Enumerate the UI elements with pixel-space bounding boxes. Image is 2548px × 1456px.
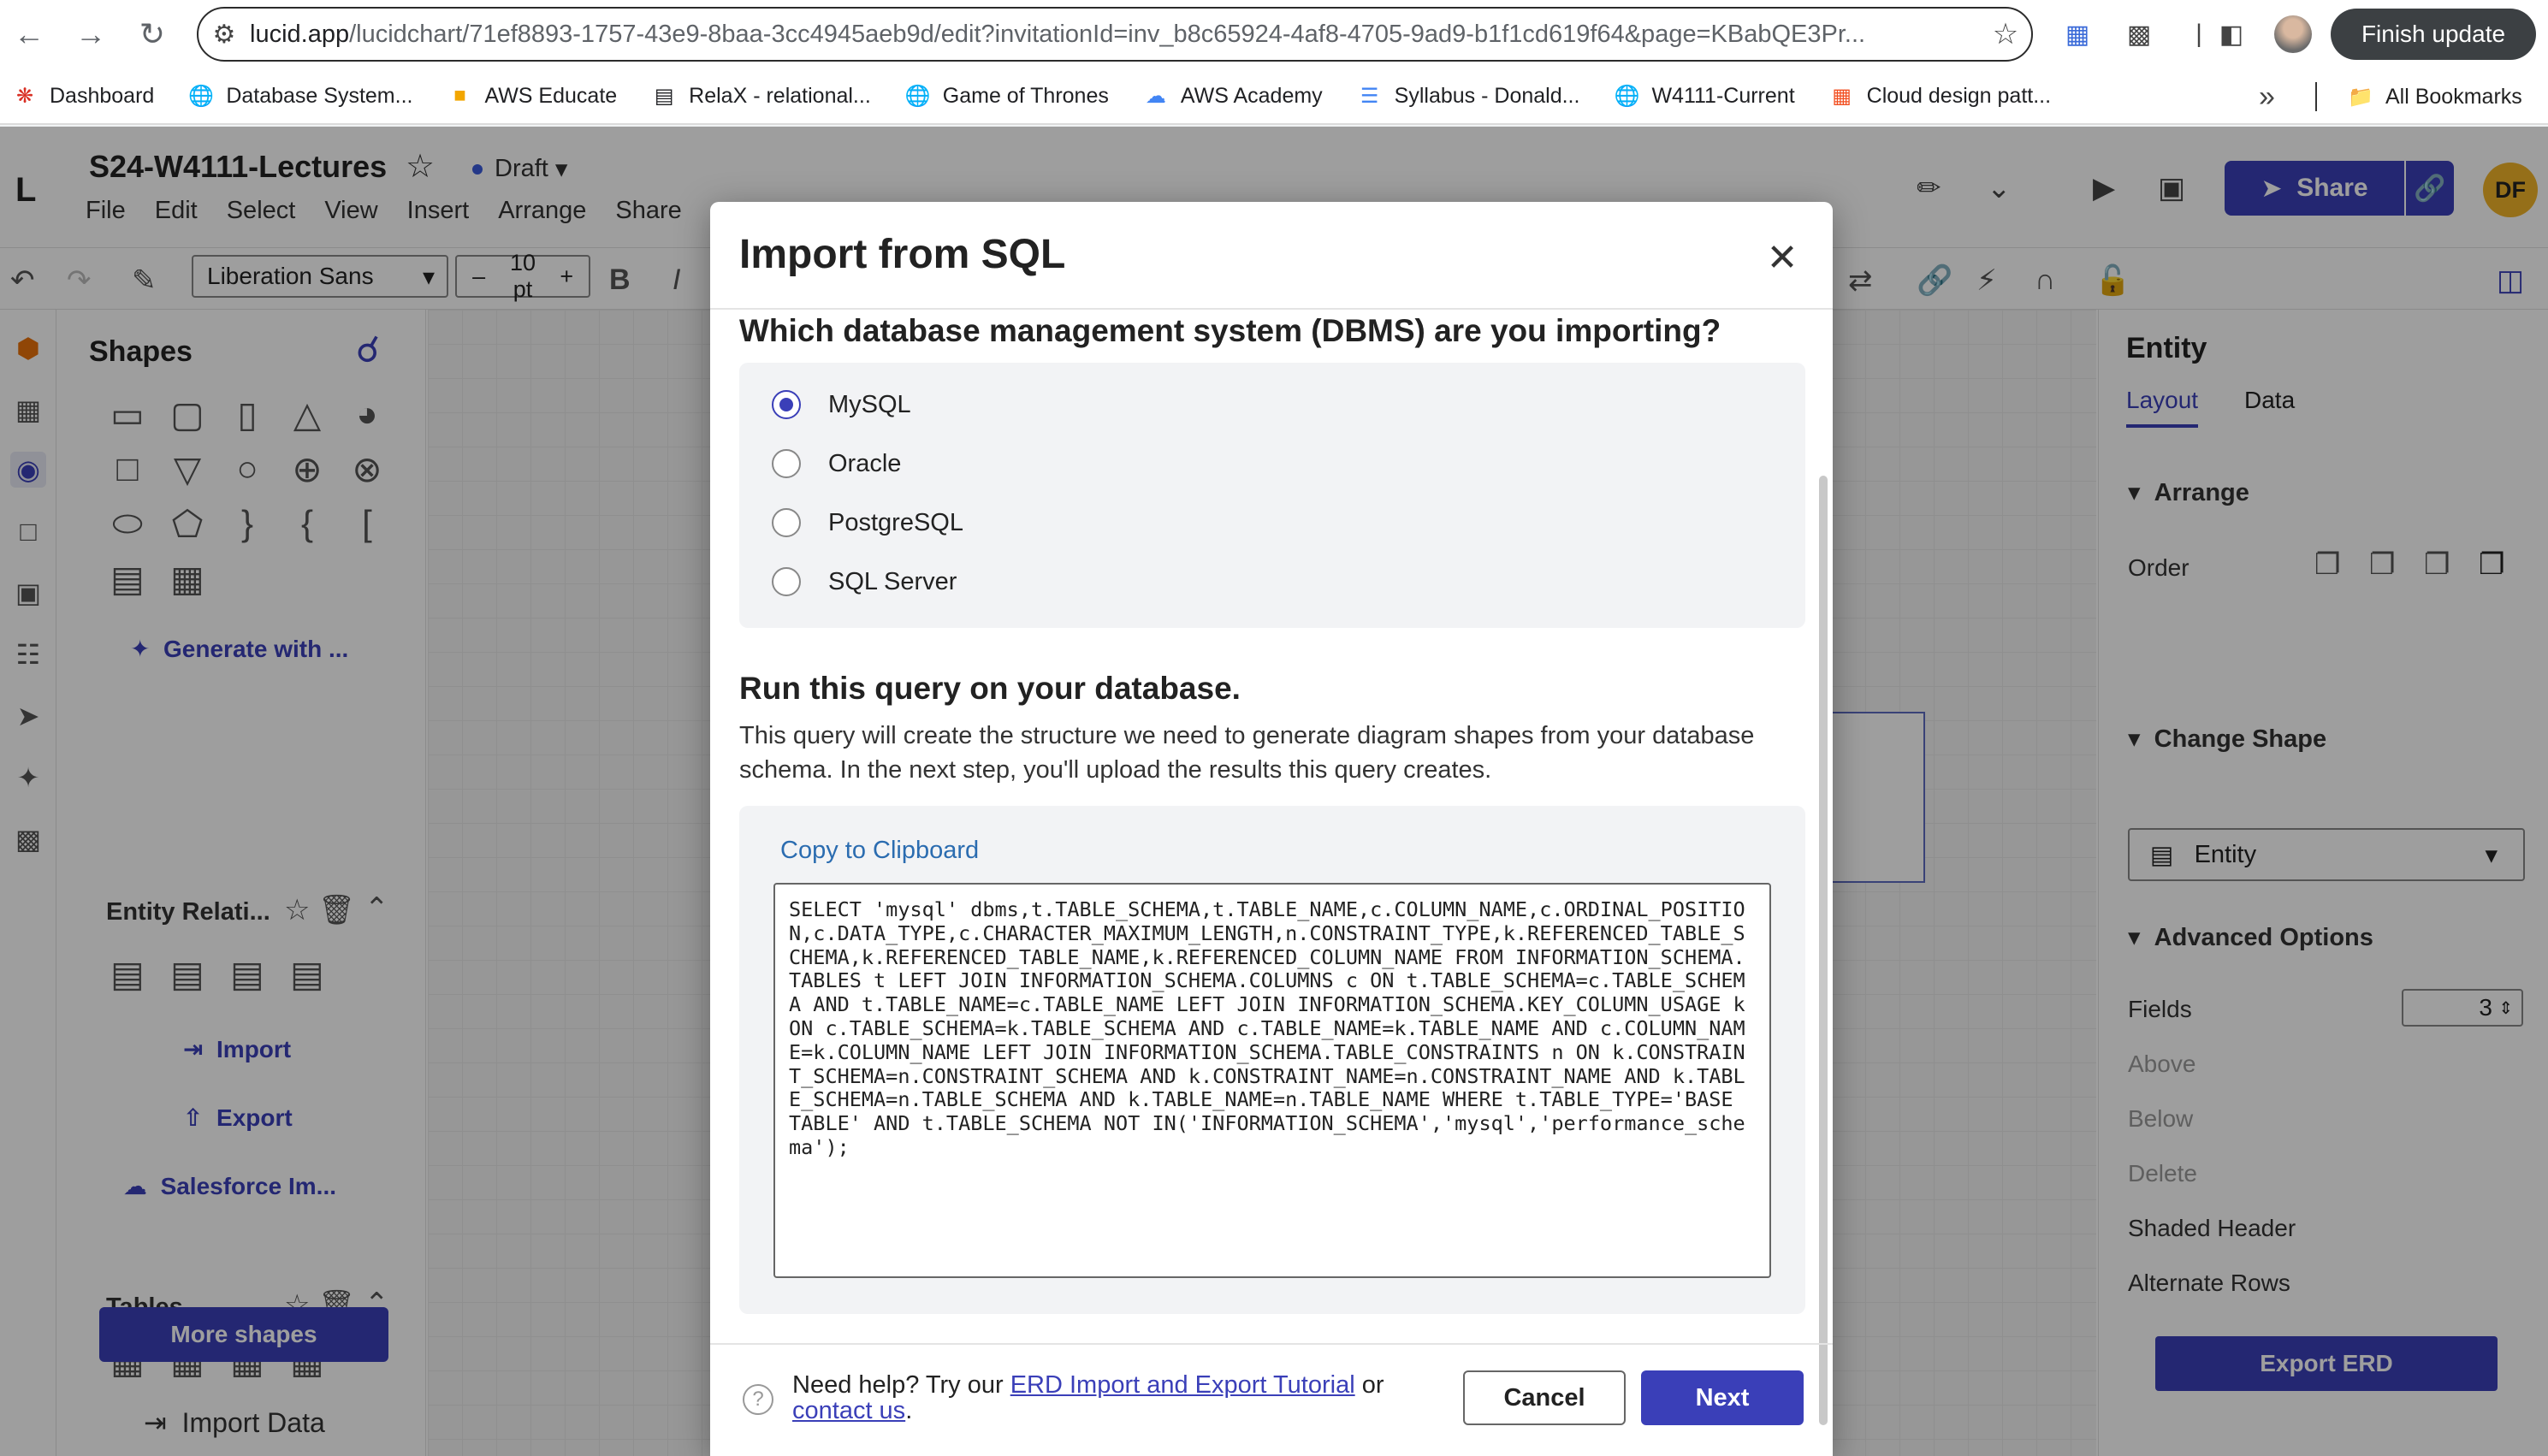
help-question-icon: ? bbox=[743, 1384, 773, 1415]
bookmark-database-system[interactable]: 🌐 Database System... bbox=[188, 83, 412, 109]
url-text[interactable]: lucid.app/lucidchart/71ef8893-1757-43e9-… bbox=[250, 21, 1980, 49]
dialog-scrollbar[interactable] bbox=[1819, 476, 1828, 1425]
browser-toolbar: ← → ↻ ⚙ lucid.app/lucidchart/71ef8893-17… bbox=[0, 0, 2548, 68]
reload-icon[interactable]: ↻ bbox=[130, 12, 175, 56]
option-mysql[interactable]: MySQL bbox=[772, 390, 911, 419]
bookmarks-separator bbox=[2315, 82, 2317, 111]
bookmark-dashboard[interactable]: ❋ Dashboard bbox=[12, 83, 154, 109]
contact-us-link[interactable]: contact us bbox=[792, 1397, 905, 1424]
radio-oracle[interactable] bbox=[772, 449, 801, 478]
more-bookmarks-chevron-icon[interactable]: » bbox=[2259, 80, 2275, 114]
relax-icon: ▤ bbox=[654, 84, 674, 108]
option-oracle[interactable]: Oracle bbox=[772, 449, 901, 478]
help-text: Need help? Try our ERD Import and Export… bbox=[792, 1371, 1384, 1424]
cancel-button[interactable]: Cancel bbox=[1463, 1370, 1626, 1425]
globe-icon: 🌐 bbox=[904, 84, 931, 108]
site-settings-icon[interactable]: ⚙ bbox=[199, 20, 250, 50]
translate-extension-icon[interactable]: ▦ bbox=[2059, 15, 2096, 53]
bookmark-relax[interactable]: ▤ RelaX - relational... bbox=[651, 83, 871, 109]
footer-divider bbox=[710, 1343, 1833, 1345]
close-icon[interactable]: ✕ bbox=[1761, 236, 1804, 279]
copy-to-clipboard-link[interactable]: Copy to Clipboard bbox=[780, 837, 979, 865]
radio-postgresql[interactable] bbox=[772, 508, 801, 537]
finish-update-button[interactable]: Finish update bbox=[2331, 9, 2536, 60]
radio-sql-server[interactable] bbox=[772, 567, 801, 596]
forward-arrow-icon[interactable]: → bbox=[68, 12, 113, 56]
globe-icon: 🌐 bbox=[188, 84, 215, 108]
profile-avatar[interactable] bbox=[2274, 15, 2312, 53]
bookmark-game-of-thrones[interactable]: 🌐 Game of Thrones bbox=[905, 83, 1109, 109]
option-sql-server[interactable]: SQL Server bbox=[772, 567, 957, 596]
bookmark-star-icon[interactable]: ☆ bbox=[1980, 17, 2031, 51]
radio-mysql[interactable] bbox=[772, 390, 801, 419]
bookmark-w4111-current[interactable]: 🌐 W4111-Current bbox=[1614, 83, 1795, 109]
query-container: Copy to Clipboard SELECT 'mysql' dbms,t.… bbox=[739, 806, 1805, 1314]
dbms-options: MySQL Oracle PostgreSQL SQL Server bbox=[739, 363, 1805, 628]
bookmarks-bar: ❋ Dashboard 🌐 Database System... ■ AWS Educ… bbox=[0, 68, 2548, 125]
bookmark-cloud-design-patterns[interactable]: ▦ Cloud design patt... bbox=[1829, 83, 2051, 109]
doc-icon: ☰ bbox=[1360, 84, 1379, 108]
extensions-puzzle-icon[interactable]: ▩ bbox=[2120, 15, 2158, 53]
folder-icon: 📁 bbox=[2348, 85, 2373, 109]
dbms-question: Which database management system (DBMS) … bbox=[739, 313, 1721, 348]
aws-educate-icon: ■ bbox=[453, 84, 466, 107]
address-bar[interactable]: ⚙ lucid.app/lucidchart/71ef8893-1757-43e… bbox=[197, 7, 2033, 62]
all-bookmarks[interactable]: 📁 All Bookmarks bbox=[2348, 84, 2522, 109]
cloud-icon: ☁ bbox=[1145, 84, 1166, 108]
title-divider bbox=[710, 308, 1833, 310]
back-arrow-icon[interactable]: ← bbox=[7, 12, 51, 56]
run-query-description: This query will create the structure we … bbox=[739, 722, 1755, 784]
import-sql-dialog: Import from SQL ✕ Which database managem… bbox=[710, 202, 1833, 1456]
globe-icon: 🌐 bbox=[1614, 84, 1640, 108]
dialog-title: Import from SQL bbox=[739, 232, 1066, 277]
sql-query-textarea[interactable]: SELECT 'mysql' dbms,t.TABLE_SCHEMA,t.TAB… bbox=[773, 883, 1771, 1278]
bookmark-aws-academy[interactable]: ☁ AWS Academy bbox=[1143, 83, 1323, 109]
bookmark-syllabus[interactable]: ☰ Syllabus - Donald... bbox=[1357, 83, 1580, 109]
windows-icon: ▦ bbox=[1832, 84, 1852, 108]
bookmark-aws-educate[interactable]: ■ AWS Educate bbox=[447, 83, 617, 109]
next-button[interactable]: Next bbox=[1641, 1370, 1804, 1425]
side-panel-icon[interactable]: ◧ bbox=[2213, 15, 2250, 53]
erd-tutorial-link[interactable]: ERD Import and Export Tutorial bbox=[1010, 1371, 1355, 1399]
run-query-heading: Run this query on your database. bbox=[739, 671, 1241, 706]
option-postgresql[interactable]: PostgreSQL bbox=[772, 508, 963, 537]
dashboard-icon: ❋ bbox=[15, 84, 34, 108]
